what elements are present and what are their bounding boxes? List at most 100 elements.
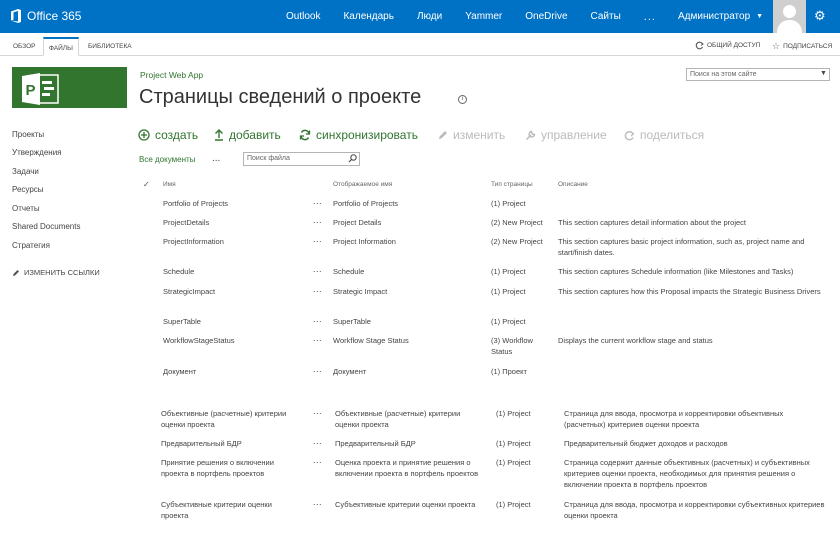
share-label: ОБЩИЙ ДОСТУП — [707, 42, 761, 49]
column-header-display-name[interactable]: Отображаемое имя — [333, 181, 392, 188]
manage-button[interactable]: управление — [525, 128, 607, 142]
nav-calendar[interactable]: Календарь — [343, 11, 393, 22]
cell-display-name: Объективные (расчетные) критерии оценки … — [335, 409, 461, 429]
cell-name[interactable]: ProjectDetails — [163, 217, 313, 228]
row-more-button[interactable]: ... — [313, 497, 322, 507]
left-nav-item-tasks[interactable]: Задачи — [12, 167, 39, 176]
cell-description: Предварительный бюджет доходов и расходо… — [564, 439, 728, 448]
edit-label: изменить — [453, 128, 506, 142]
tab-library[interactable]: БИБЛИОТЕКА — [83, 37, 137, 56]
cell-description: Страница для ввода, просмотра и корректи… — [564, 500, 825, 520]
nav-outlook[interactable]: Outlook — [286, 11, 320, 22]
follow-label: ПОДПИСАТЬСЯ — [783, 43, 833, 50]
user-name: Администратор — [678, 11, 751, 22]
pencil-icon — [13, 269, 19, 276]
cell-page-type: (1) Project — [496, 439, 531, 448]
chevron-down-icon: ▼ — [756, 13, 764, 20]
cell-description: Страница содержит данные объективных (ра… — [564, 458, 810, 489]
cell-name[interactable]: Субъективные критерии оценки проекта — [161, 499, 301, 521]
cell-description: This section captures basic project info… — [558, 237, 805, 257]
column-header-page-type[interactable]: Тип страницы — [491, 181, 533, 188]
avatar-body — [777, 20, 802, 33]
row-more-button[interactable]: ... — [313, 196, 322, 206]
select-all-checkbox[interactable]: ✓ — [143, 180, 150, 189]
search-dropdown-icon[interactable]: ▼ — [820, 70, 827, 77]
cell-name[interactable]: Объективные (расчетные) критерии оценки … — [161, 408, 301, 430]
row-more-button[interactable]: ... — [313, 234, 322, 244]
left-nav-item-approvals[interactable]: Утверждения — [12, 148, 62, 157]
nav-sites[interactable]: Сайты — [591, 11, 621, 22]
row-more-button[interactable]: ... — [313, 364, 322, 374]
manage-label: управление — [541, 128, 607, 142]
gear-icon[interactable]: ⚙ — [814, 8, 826, 24]
follow-button[interactable]: ☆ ПОДПИСАТЬСЯ — [772, 41, 832, 52]
tab-browse[interactable]: ОБЗОР — [8, 37, 41, 56]
site-logo[interactable]: P — [12, 67, 127, 108]
cell-display-name: Portfolio of Projects — [333, 199, 399, 208]
sync-button[interactable]: синхронизировать — [299, 128, 418, 142]
nav-yammer[interactable]: Yammer — [465, 11, 502, 22]
left-nav-item-reports[interactable]: Отчеты — [12, 204, 40, 213]
plus-circle-icon — [138, 129, 150, 141]
row-more-button[interactable]: ... — [313, 215, 322, 225]
cell-name[interactable]: ProjectInformation — [163, 236, 313, 247]
tab-files[interactable]: ФАЙЛЫ — [43, 37, 79, 56]
left-nav-item-projects[interactable]: Проекты — [12, 130, 44, 139]
cell-display-name: Project Details — [333, 218, 382, 227]
file-search-input[interactable]: Поиск файла — [243, 152, 360, 166]
nav-onedrive[interactable]: OneDrive — [525, 11, 567, 22]
row-more-button[interactable]: ... — [313, 406, 322, 416]
cell-name[interactable]: WorkflowStageStatus — [163, 335, 313, 346]
view-all-documents[interactable]: Все документы — [139, 155, 195, 164]
column-header-name[interactable]: Имя — [163, 181, 176, 188]
cell-description: Displays the current workflow stage and … — [558, 336, 713, 345]
cell-page-type: (1) Project — [496, 409, 531, 418]
view-more-button[interactable]: ... — [212, 153, 220, 164]
cell-page-type: (1) Project — [491, 287, 526, 296]
cell-name[interactable]: Принятие решения о включении проекта в п… — [161, 457, 301, 479]
upload-button[interactable]: добавить — [214, 128, 281, 142]
site-name-link[interactable]: Project Web App — [140, 70, 203, 80]
cell-name[interactable]: Portfolio of Projects — [163, 198, 313, 209]
cell-description: This section captures detail information… — [558, 218, 747, 227]
edit-button[interactable]: изменить — [438, 128, 505, 142]
avatar[interactable] — [773, 0, 806, 33]
column-header-description[interactable]: Описание — [558, 181, 588, 188]
row-more-button[interactable]: ... — [313, 455, 322, 465]
left-nav-item-strategy[interactable]: Стратегия — [12, 241, 50, 250]
avatar-head — [783, 5, 796, 18]
cell-page-type: (1) Project — [491, 199, 526, 208]
cell-description: This section captures Schedule informati… — [558, 267, 794, 276]
new-label: создать — [155, 128, 199, 142]
cell-name[interactable]: Документ — [163, 366, 313, 377]
cell-name[interactable]: StrategicImpact — [163, 286, 313, 297]
cell-page-type: (2) New Project — [491, 237, 543, 246]
row-more-button[interactable]: ... — [313, 333, 322, 343]
share-doc-button[interactable]: поделиться — [624, 128, 704, 142]
cell-display-name: Предварительный БДР — [335, 439, 416, 448]
project-logo-icon: P — [22, 73, 59, 105]
nav-more-button[interactable]: ... — [644, 11, 656, 23]
cell-description: Страница для ввода, просмотра и корректи… — [564, 409, 784, 429]
suite-nav: Outlook Календарь Люди Yammer OneDrive С… — [286, 0, 656, 33]
edit-links-button[interactable]: ИЗМЕНИТЬ ССЫЛКИ — [12, 268, 100, 277]
new-document-button[interactable]: создать — [138, 128, 198, 142]
cell-name[interactable]: Schedule — [163, 266, 313, 277]
share-button[interactable]: ОБЩИЙ ДОСТУП — [695, 41, 760, 50]
cell-display-name: Workflow Stage Status — [333, 336, 409, 345]
user-menu[interactable]: Администратор ▼ — [678, 11, 763, 22]
search-icon[interactable] — [348, 154, 357, 163]
left-nav-item-resources[interactable]: Ресурсы — [12, 185, 44, 194]
row-more-button[interactable]: ... — [313, 264, 322, 274]
cell-name[interactable]: SuperTable — [163, 316, 313, 327]
left-nav-item-shared-documents[interactable]: Shared Documents — [12, 222, 80, 231]
info-icon[interactable]: i — [458, 95, 467, 104]
cell-name[interactable]: Предварительный БДР — [161, 438, 301, 449]
office365-brand[interactable]: Office 365 — [10, 9, 81, 23]
row-more-button[interactable]: ... — [313, 284, 322, 294]
row-more-button[interactable]: ... — [313, 436, 322, 446]
site-search-input[interactable]: Поиск на этом сайте — [686, 68, 830, 81]
cell-display-name: Project Information — [333, 237, 396, 246]
row-more-button[interactable]: ... — [313, 314, 322, 324]
nav-people[interactable]: Люди — [417, 11, 442, 22]
